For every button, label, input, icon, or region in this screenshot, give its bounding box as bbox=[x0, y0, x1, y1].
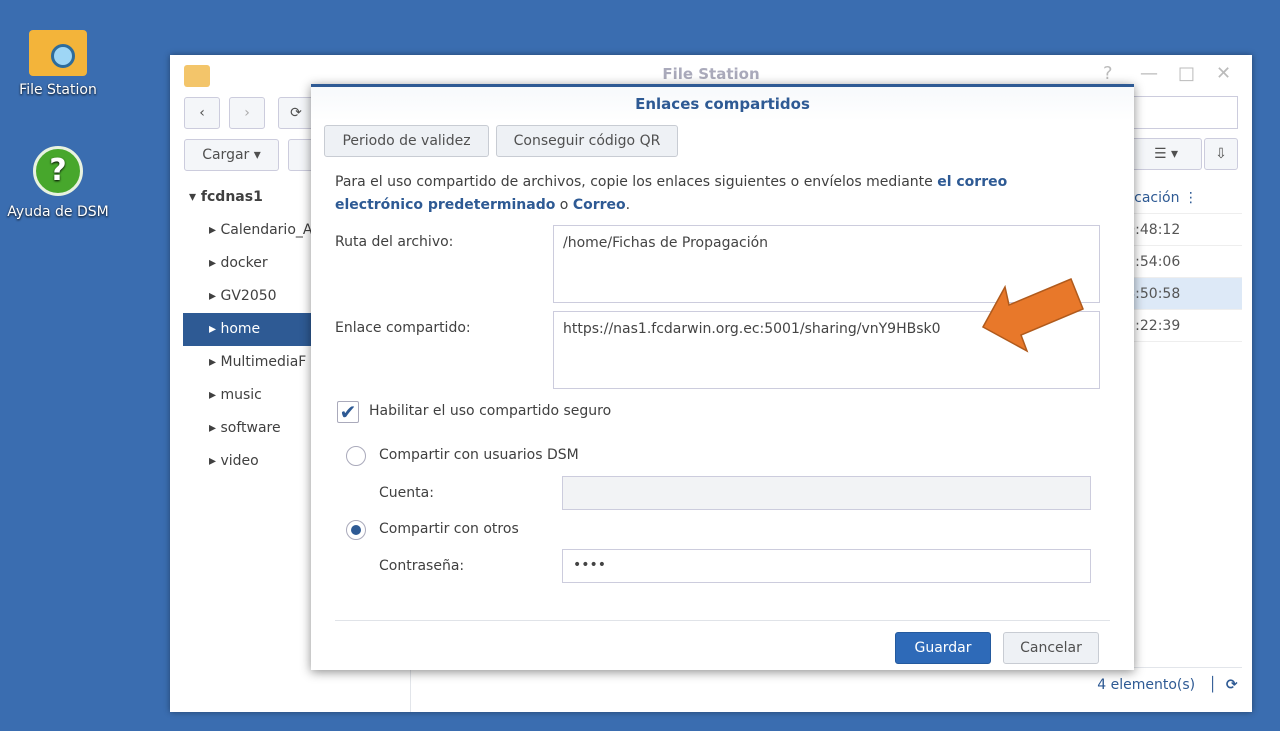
back-button[interactable]: ‹ bbox=[184, 97, 220, 129]
share-others-radio[interactable] bbox=[346, 520, 366, 540]
forward-button[interactable]: › bbox=[229, 97, 265, 129]
secure-share-label: Habilitar el uso compartido seguro bbox=[369, 403, 612, 419]
upload-label: Cargar bbox=[202, 147, 250, 163]
help-icon: ? bbox=[33, 146, 83, 196]
view-mode-button[interactable]: ☰ ▾ bbox=[1130, 138, 1202, 170]
desktop-icon-label: File Station bbox=[19, 82, 97, 98]
share-dsm-users-radio[interactable] bbox=[346, 446, 366, 466]
shared-links-dialog: Enlaces compartidos Periodo de validez C… bbox=[311, 84, 1134, 670]
save-button[interactable]: Guardar bbox=[895, 632, 991, 664]
help-button[interactable]: ? bbox=[1103, 63, 1113, 84]
window-title: File Station bbox=[662, 65, 760, 83]
maximize-button[interactable]: □ bbox=[1178, 63, 1195, 84]
upload-button[interactable]: Cargar ▾ bbox=[184, 139, 279, 171]
desktop-icon-label: Ayuda de DSM bbox=[7, 204, 109, 220]
tree-item-label: Calendario_A bbox=[220, 222, 313, 238]
sort-button[interactable]: ⇩ bbox=[1204, 138, 1238, 170]
tree-item-label: GV2050 bbox=[220, 288, 277, 304]
desktop-icon-file-station[interactable]: File Station bbox=[0, 30, 116, 98]
share-dsm-users-label: Compartir con usuarios DSM bbox=[379, 447, 579, 463]
refresh-icon[interactable]: ⟳ bbox=[1226, 677, 1238, 693]
password-field[interactable]: •••• bbox=[562, 549, 1091, 583]
intro-end: . bbox=[625, 197, 631, 213]
intro-text: Para el uso compartido de archivos, copi… bbox=[335, 171, 1035, 217]
tree-item-label: MultimediaF bbox=[220, 354, 307, 370]
file-station-icon bbox=[29, 30, 87, 76]
tab-validity-period[interactable]: Periodo de validez bbox=[324, 125, 489, 157]
orange-arrow-annotation bbox=[981, 278, 1084, 353]
tree-item-label: video bbox=[220, 453, 259, 469]
tree-root-label: fcdnas1 bbox=[200, 189, 263, 205]
password-label: Contraseña: bbox=[379, 558, 465, 574]
tab-qr-code[interactable]: Conseguir código QR bbox=[496, 125, 678, 157]
cancel-button[interactable]: Cancelar bbox=[1003, 632, 1099, 664]
mail-link[interactable]: Correo bbox=[573, 197, 626, 213]
account-label: Cuenta: bbox=[379, 485, 434, 501]
dialog-title: Enlaces compartidos bbox=[311, 87, 1134, 121]
account-field[interactable] bbox=[562, 476, 1091, 510]
item-count: 4 elemento(s) bbox=[1097, 677, 1196, 693]
tree-item-label: software bbox=[220, 420, 281, 436]
intro-or: o bbox=[555, 197, 573, 213]
close-button[interactable]: ✕ bbox=[1216, 63, 1231, 84]
desktop-icon-help[interactable]: ? Ayuda de DSM bbox=[0, 146, 116, 220]
tree-item-label: music bbox=[220, 387, 262, 403]
refresh-button[interactable]: ⟳ bbox=[278, 97, 314, 129]
divider bbox=[335, 620, 1110, 621]
link-label: Enlace compartido: bbox=[335, 320, 471, 336]
path-label: Ruta del archivo: bbox=[335, 234, 454, 250]
tree-item-label: home bbox=[220, 321, 261, 337]
tree-item-label: docker bbox=[220, 255, 268, 271]
minimize-button[interactable]: — bbox=[1140, 63, 1158, 84]
secure-share-checkbox[interactable]: ✔ bbox=[337, 401, 359, 423]
status-bar: 4 elemento(s) │ ⟳ bbox=[431, 667, 1242, 703]
share-others-label: Compartir con otros bbox=[379, 521, 519, 537]
intro: Para el uso compartido de archivos, copi… bbox=[335, 174, 938, 190]
